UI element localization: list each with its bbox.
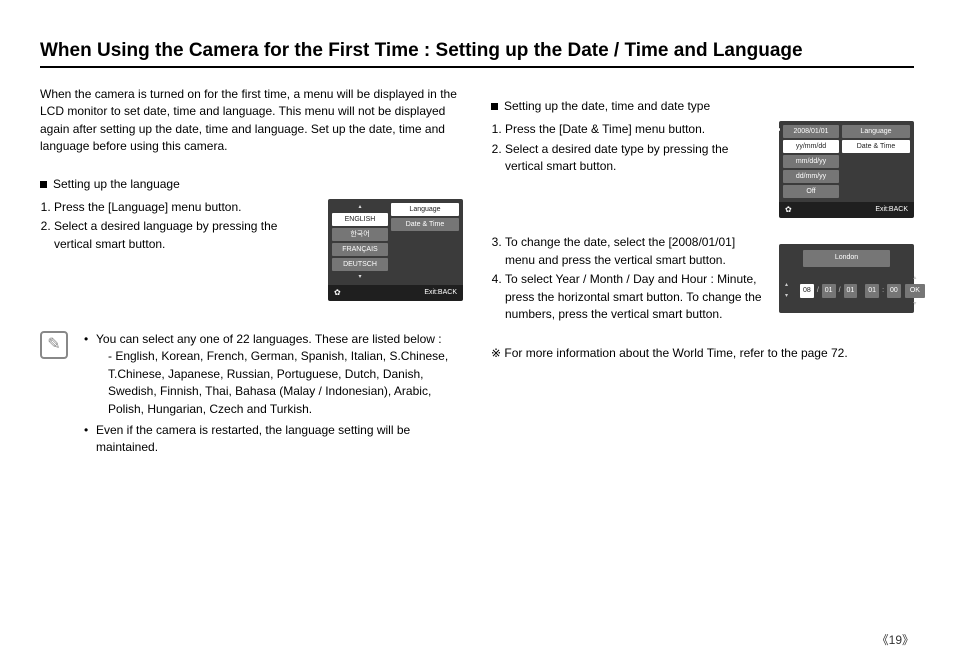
page-number: 《19》: [877, 631, 914, 648]
tab-language-2: Language: [842, 125, 910, 138]
note-bullet-2: Even if the camera is restarted, the lan…: [84, 422, 463, 457]
gear-icon-2: ✿: [785, 206, 792, 214]
lang-steps: Press the [Language] menu button. Select…: [54, 199, 314, 253]
date-heading: Setting up the date, time and date type: [491, 98, 914, 115]
opt-mmddyy: mm/dd/yy: [783, 155, 839, 168]
up-arrow-icon-2: ▴: [913, 275, 916, 281]
down-arrow-icon-2: ▾: [913, 301, 916, 307]
opt-english: ENGLISH: [332, 213, 388, 226]
seg-year: 08: [800, 284, 814, 298]
opt-deutsch: DEUTSCH: [332, 258, 388, 271]
ok-button: OK: [905, 284, 925, 298]
note-bullet-1: You can select any one of 22 languages. …: [84, 331, 463, 418]
left-column: When the camera is turned on for the fir…: [40, 86, 463, 461]
tab-date-time-2: Date & Time: [842, 140, 910, 153]
seg-hour: 01: [865, 284, 879, 298]
exit-back-label: Exit:BACK: [424, 289, 457, 297]
tab-date-time: Date & Time: [391, 218, 459, 231]
opt-ddmmyy: dd/mm/yy: [783, 170, 839, 183]
opt-korean: 한국어: [332, 228, 388, 241]
opt-off: Off: [783, 185, 839, 198]
date-step-4: To select Year / Month / Day and Hour : …: [505, 271, 765, 323]
date-step-1: Press the [Date & Time] menu button.: [505, 121, 765, 138]
lcd-date-screen: 2008/01/01 yy/mm/dd mm/dd/yy dd/mm/yy Of…: [779, 121, 914, 218]
date-step-3: To change the date, select the [2008/01/…: [505, 234, 765, 269]
right-column: Setting up the date, time and date type …: [491, 86, 914, 461]
seg-day: 01: [844, 284, 858, 298]
city-label: London: [803, 250, 890, 266]
lang-step-1: Press the [Language] menu button.: [54, 199, 314, 216]
seg-month: 01: [822, 284, 836, 298]
date-steps-a: Press the [Date & Time] menu button. Sel…: [505, 121, 765, 175]
opt-francais: FRANÇAIS: [332, 243, 388, 256]
down-arrow-icon: ▾: [332, 273, 388, 281]
lang-heading: Setting up the language: [40, 176, 463, 193]
note-body: You can select any one of 22 languages. …: [80, 331, 463, 461]
up-arrow-icon: ▴: [332, 203, 388, 211]
gear-icon: ✿: [334, 289, 341, 297]
opt-date-top: 2008/01/01: [783, 125, 839, 138]
lcd-city-screen: London ▴▾ 08 / 01 / 01 01 : 00: [779, 244, 914, 312]
lang-step-2: Select a desired language by pressing th…: [54, 218, 314, 253]
worldtime-note: ※ For more information about the World T…: [491, 345, 914, 362]
tab-language: Language: [391, 203, 459, 216]
date-steps-b: To change the date, select the [2008/01/…: [505, 234, 765, 323]
exit-back-label-2: Exit:BACK: [875, 206, 908, 214]
left-arrows-icon: ▴▾: [785, 281, 790, 300]
lcd-language-screen: ▴ ENGLISH 한국어 FRANÇAIS DEUTSCH ▾ Languag…: [328, 199, 463, 301]
seg-min: 00: [887, 284, 901, 298]
page-title: When Using the Camera for the First Time…: [40, 40, 914, 68]
intro-text: When the camera is turned on for the fir…: [40, 86, 463, 156]
note-icon: ✎: [40, 331, 68, 359]
date-step-2: Select a desired date type by pressing t…: [505, 141, 765, 176]
opt-yymmdd: yy/mm/dd: [783, 140, 839, 153]
